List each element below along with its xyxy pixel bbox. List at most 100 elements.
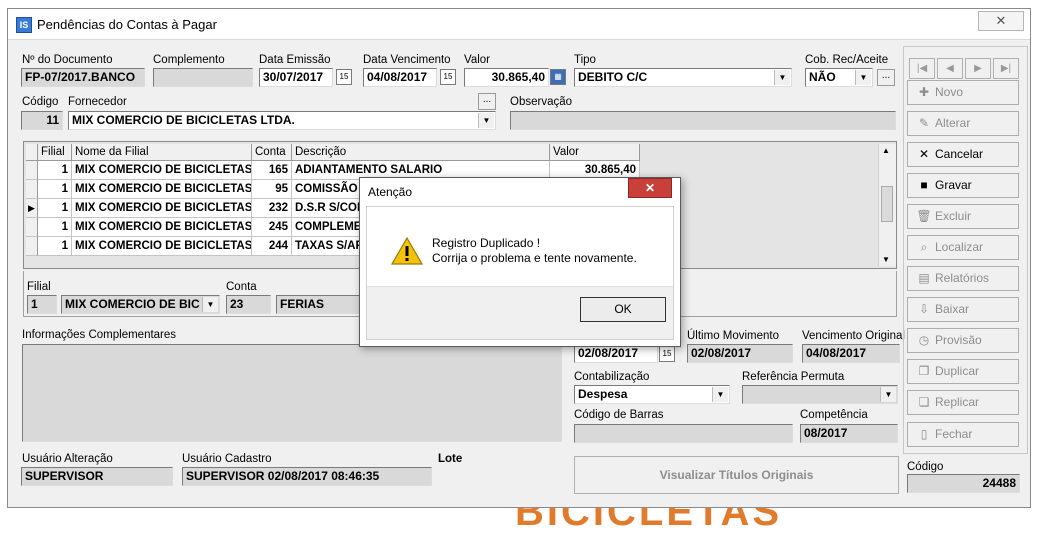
column-header[interactable]: Descrição — [292, 144, 550, 161]
tipo-select[interactable]: DEBITO C/C ▼ — [574, 68, 792, 87]
info-complementares-field[interactable] — [22, 344, 562, 442]
competencia-field[interactable]: 08/2017 — [800, 424, 898, 443]
first-record-button[interactable]: |◀ — [909, 58, 935, 79]
detail-filial-field[interactable]: 1 — [27, 295, 57, 314]
cell-filial: 1 — [38, 218, 72, 237]
cell-filial: 1 — [38, 180, 72, 199]
label-contabilizacao: Contabilização — [574, 371, 650, 383]
vencimento-original-field[interactable]: 04/08/2017 — [802, 344, 900, 363]
chevron-down-icon[interactable]: ▼ — [202, 297, 218, 312]
cell-conta: 165 — [252, 161, 292, 180]
label-lote: Lote — [438, 453, 463, 465]
chevron-down-icon[interactable]: ▼ — [774, 70, 790, 85]
referencia-permuta-select[interactable]: ▼ — [742, 385, 898, 404]
chevron-down-icon[interactable]: ▼ — [855, 70, 871, 85]
cob-select[interactable]: NÃO ▼ — [805, 68, 873, 87]
label-codigo-barras: Código de Barras — [574, 409, 664, 421]
ok-button[interactable]: OK — [580, 297, 666, 322]
calculator-icon[interactable]: ▦ — [550, 69, 566, 85]
label-referencia-permuta: Referência Permuta — [742, 371, 845, 383]
chevron-down-icon[interactable]: ▼ — [478, 113, 494, 128]
dialog-title: Atenção — [368, 185, 413, 199]
numero-documento-field[interactable]: FP-07/2017.BANCO — [21, 68, 145, 87]
usuario-alteracao-field[interactable]: SUPERVISOR — [21, 467, 173, 486]
cancelar-button[interactable]: ✕ Cancelar — [907, 142, 1019, 167]
detail-filial-select[interactable]: MIX COMERCIO DE BIC ▼ — [61, 295, 220, 314]
ultimo-movimento-field[interactable]: 02/08/2017 — [687, 344, 793, 363]
scroll-up-icon[interactable]: ▲ — [882, 146, 890, 155]
complemento-field[interactable] — [153, 68, 253, 87]
plus-icon: ✚ — [918, 85, 930, 99]
localizar-button[interactable]: ⌕ Localizar — [907, 235, 1019, 260]
cell-filial: 1 — [38, 161, 72, 180]
column-header[interactable]: Conta — [252, 144, 292, 161]
fornecedor-select[interactable]: MIX COMERCIO DE BICICLETAS LTDA. ▼ — [68, 111, 496, 130]
codigo-field[interactable]: 11 — [21, 111, 63, 130]
scroll-down-icon[interactable]: ▼ — [882, 255, 890, 264]
dialog-message: Registro Duplicado ! Corrija o problema … — [432, 236, 637, 266]
scroll-thumb[interactable] — [881, 186, 893, 222]
observacao-field[interactable] — [510, 111, 896, 130]
alterar-button[interactable]: ✎ Alterar — [907, 111, 1019, 136]
data-emissao-field[interactable]: 30/07/2017 — [259, 68, 333, 87]
cell-nome: MIX COMERCIO DE BICICLETAS — [72, 161, 252, 180]
chevron-down-icon[interactable]: ▼ — [712, 387, 728, 402]
grid-scrollbar[interactable]: ▲ ▼ — [878, 144, 896, 266]
cell-conta: 232 — [252, 199, 292, 218]
next-record-button[interactable]: ▶ — [965, 58, 991, 79]
dialog-message-line1: Registro Duplicado ! — [432, 236, 541, 250]
column-header[interactable]: Nome da Filial — [72, 144, 252, 161]
chevron-down-icon[interactable]: ▼ — [880, 387, 896, 402]
calendar-icon[interactable]: 15 — [659, 346, 675, 362]
cell-filial: 1 — [38, 199, 72, 218]
contabilizacao-select[interactable]: Despesa ▼ — [574, 385, 730, 404]
relatorios-button[interactable]: ▤ Relatórios — [907, 266, 1019, 291]
fornecedor-lookup-button[interactable]: ... — [478, 93, 496, 110]
row-selector[interactable] — [26, 237, 38, 256]
label-complemento: Complemento — [153, 54, 225, 66]
current-row-arrow-icon[interactable]: ▶ — [26, 199, 38, 218]
novo-button[interactable]: ✚ Novo — [907, 80, 1019, 105]
printer-icon: ▤ — [918, 271, 930, 285]
localizar-label: Localizar — [935, 240, 984, 254]
label-observacao: Observação — [510, 96, 573, 108]
alert-dialog: Atenção ✕ Registro Duplicado ! Corrija o… — [359, 177, 681, 347]
calendar-icon[interactable]: 15 — [336, 69, 352, 85]
row-selector[interactable] — [26, 180, 38, 199]
copy-icon: ❐ — [918, 364, 930, 378]
row-selector[interactable] — [26, 218, 38, 237]
gravar-button[interactable]: ■ Gravar — [907, 173, 1019, 198]
provisao-button[interactable]: ◷ Provisão — [907, 328, 1019, 353]
column-header[interactable]: Valor — [550, 144, 640, 161]
detail-conta-desc[interactable]: FERIAS — [276, 295, 361, 314]
visualizar-titulos-button[interactable]: Visualizar Títulos Originais — [574, 456, 899, 494]
column-header[interactable]: Filial — [38, 144, 72, 161]
usuario-cadastro-field[interactable]: SUPERVISOR 02/08/2017 08:46:35 — [182, 467, 432, 486]
label-ultimo-movimento: Último Movimento — [687, 330, 780, 342]
last-record-button[interactable]: ▶| — [993, 58, 1019, 79]
dialog-close-button[interactable]: ✕ — [628, 178, 672, 198]
duplicar-button[interactable]: ❐ Duplicar — [907, 359, 1019, 384]
replicar-button[interactable]: ❏ Replicar — [907, 390, 1019, 415]
fechar-button[interactable]: ▯ Fechar — [907, 422, 1019, 447]
data-vencimento-field[interactable]: 04/08/2017 — [363, 68, 437, 87]
excluir-button[interactable]: 🗑 Excluir — [907, 204, 1019, 229]
valor-field[interactable]: 30.865,40 — [464, 68, 549, 87]
window-close-button[interactable]: ✕ — [978, 11, 1024, 31]
calendar-icon[interactable]: 15 — [440, 69, 456, 85]
label-codigo-registro: Código — [907, 461, 944, 473]
dialog-footer: OK — [367, 286, 673, 339]
fechar-label: Fechar — [935, 427, 973, 441]
previous-record-button[interactable]: ◀ — [937, 58, 963, 79]
cell-conta: 244 — [252, 237, 292, 256]
replicar-label: Replicar — [935, 395, 980, 409]
codigo-barras-field[interactable] — [574, 424, 793, 443]
codigo-registro-field: 24488 — [907, 474, 1020, 493]
dialog-body: Registro Duplicado ! Corrija o problema … — [366, 206, 674, 340]
label-competencia: Competência — [800, 409, 868, 421]
baixar-button[interactable]: ⇩ Baixar — [907, 297, 1019, 322]
row-selector[interactable] — [26, 161, 38, 180]
detail-conta-field[interactable]: 23 — [226, 295, 271, 314]
clock-icon: ◷ — [918, 333, 930, 347]
cob-lookup-button[interactable]: ... — [877, 69, 895, 86]
